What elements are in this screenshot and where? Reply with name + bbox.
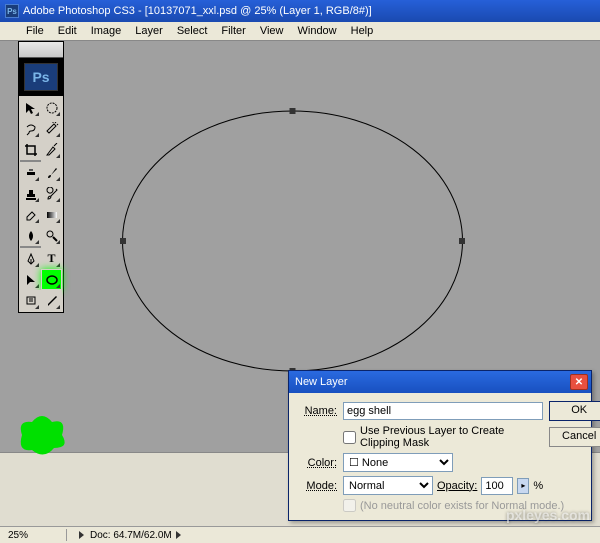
toolbox-header[interactable]: [19, 42, 63, 58]
menu-help[interactable]: Help: [344, 25, 381, 37]
pen-tool[interactable]: [20, 248, 41, 269]
dialog-title-text: New Layer: [295, 376, 348, 388]
opacity-input[interactable]: [481, 477, 513, 495]
disclosure-icon[interactable]: [79, 531, 84, 539]
name-input[interactable]: [343, 402, 543, 420]
percent-label: %: [533, 480, 543, 492]
ok-button[interactable]: OK: [549, 401, 600, 421]
opacity-arrow-icon[interactable]: ▸: [517, 478, 529, 494]
zoom-level[interactable]: 25%: [8, 530, 58, 541]
opacity-label: Opacity:: [437, 480, 477, 492]
photoshop-small-icon: Ps: [2, 24, 16, 38]
menubar: Ps File Edit Image Layer Select Filter V…: [0, 22, 600, 41]
gradient-tool[interactable]: [41, 204, 62, 225]
toolbox: Ps T: [18, 41, 64, 313]
neutral-checkbox: [343, 499, 356, 512]
menu-image[interactable]: Image: [84, 25, 129, 37]
window-titlebar: Ps Adobe Photoshop CS3 - [10137071_xxl.p…: [0, 0, 600, 22]
path-select-tool[interactable]: [20, 269, 41, 290]
menu-select[interactable]: Select: [170, 25, 215, 37]
cancel-button[interactable]: Cancel: [549, 427, 600, 447]
dodge-tool[interactable]: [41, 225, 62, 246]
notes-tool[interactable]: [20, 290, 41, 311]
clipping-mask-row[interactable]: Use Previous Layer to Create Clipping Ma…: [297, 425, 543, 449]
clipping-mask-checkbox[interactable]: [343, 431, 356, 444]
eraser-tool[interactable]: [20, 204, 41, 225]
dialog-titlebar[interactable]: New Layer ✕: [289, 371, 591, 393]
stamp-tool[interactable]: [20, 183, 41, 204]
app-icon: Ps: [5, 4, 19, 18]
statusbar: 25% Doc: 64.7M/62.0M: [0, 526, 600, 543]
menu-window[interactable]: Window: [291, 25, 344, 37]
new-layer-dialog: New Layer ✕ Name: OK Use Previous Layer …: [288, 370, 592, 521]
ellipse-path[interactable]: [120, 106, 465, 376]
eyedropper-tool[interactable]: [41, 290, 62, 311]
menu-edit[interactable]: Edit: [51, 25, 84, 37]
color-select[interactable]: ☐ None: [343, 453, 453, 472]
mode-select[interactable]: Normal: [343, 476, 433, 495]
neutral-color-row: (No neutral color exists for Normal mode…: [297, 499, 600, 512]
slice-tool[interactable]: [41, 139, 62, 160]
shape-tool[interactable]: [41, 269, 62, 290]
name-label: Name:: [297, 405, 337, 417]
menu-view[interactable]: View: [253, 25, 291, 37]
history-brush-tool[interactable]: [41, 183, 62, 204]
blur-tool[interactable]: [20, 225, 41, 246]
window-title: Adobe Photoshop CS3 - [10137071_xxl.psd …: [23, 5, 372, 17]
disclosure-icon[interactable]: [176, 531, 181, 539]
color-label: Color:: [297, 457, 337, 469]
lasso-tool[interactable]: [20, 118, 41, 139]
type-tool[interactable]: T: [41, 248, 62, 269]
mode-label: Mode:: [297, 480, 337, 492]
marquee-tool[interactable]: [41, 97, 62, 118]
doc-size: Doc: 64.7M/62.0M: [90, 530, 172, 541]
close-button[interactable]: ✕: [570, 374, 588, 390]
brush-tool[interactable]: [41, 162, 62, 183]
menu-file[interactable]: File: [19, 25, 51, 37]
menu-filter[interactable]: Filter: [214, 25, 252, 37]
heal-tool[interactable]: [20, 162, 41, 183]
move-tool[interactable]: [20, 97, 41, 118]
wand-tool[interactable]: [41, 118, 62, 139]
clipping-mask-label: Use Previous Layer to Create Clipping Ma…: [360, 425, 543, 449]
neutral-text: (No neutral color exists for Normal mode…: [360, 500, 564, 512]
photoshop-badge: Ps: [24, 63, 58, 91]
crop-tool[interactable]: [20, 139, 41, 160]
menu-layer[interactable]: Layer: [128, 25, 170, 37]
